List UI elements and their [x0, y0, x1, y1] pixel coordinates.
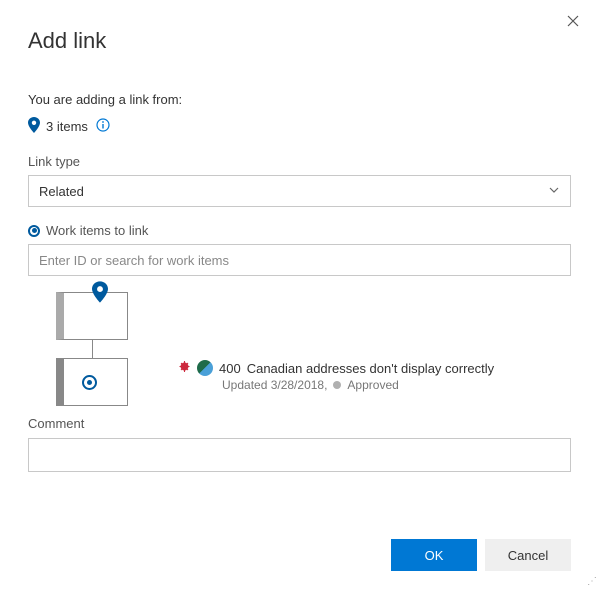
linked-item-line2: Updated 3/28/2018, Approved	[222, 378, 494, 392]
close-button[interactable]	[563, 10, 583, 36]
radio-icon	[28, 225, 40, 237]
close-icon	[567, 15, 579, 27]
dialog-footer: OK Cancel	[391, 539, 571, 571]
ok-button[interactable]: OK	[391, 539, 477, 571]
linked-item-title: Canadian addresses don't display correct…	[247, 361, 494, 376]
work-items-label: Work items to link	[28, 223, 571, 238]
intro-text: You are adding a link from:	[28, 92, 571, 107]
linked-item-line1: 400 Canadian addresses don't display cor…	[178, 360, 494, 376]
linked-item-state: Approved	[347, 378, 398, 392]
target-card	[56, 358, 128, 406]
work-items-search-input[interactable]	[28, 244, 571, 276]
radio-icon	[82, 373, 97, 390]
resize-grip[interactable]: ⋰	[585, 579, 597, 591]
comment-label: Comment	[28, 416, 571, 431]
comment-input[interactable]	[28, 438, 571, 472]
avatar	[197, 360, 213, 376]
linked-item-updated: Updated 3/28/2018,	[222, 378, 327, 392]
pin-icon	[28, 117, 40, 136]
pin-icon	[92, 281, 108, 306]
add-link-dialog: Add link You are adding a link from: 3 i…	[0, 0, 599, 593]
work-items-label-text: Work items to link	[46, 223, 148, 238]
linked-item-id: 400	[219, 361, 241, 376]
source-card	[56, 292, 128, 340]
state-dot-icon	[333, 381, 341, 389]
dialog-title: Add link	[28, 28, 571, 54]
link-diagram: 400 Canadian addresses don't display cor…	[56, 290, 576, 402]
linked-item-info: 400 Canadian addresses don't display cor…	[178, 360, 494, 392]
link-type-value: Related	[39, 184, 84, 199]
chevron-down-icon	[548, 184, 560, 199]
info-icon[interactable]	[96, 118, 110, 135]
items-count: 3 items	[46, 119, 88, 134]
items-row: 3 items	[28, 117, 571, 136]
link-type-label: Link type	[28, 154, 571, 169]
connector-line	[92, 340, 93, 358]
cancel-button[interactable]: Cancel	[485, 539, 571, 571]
bug-icon	[178, 360, 191, 376]
link-type-select[interactable]: Related	[28, 175, 571, 207]
